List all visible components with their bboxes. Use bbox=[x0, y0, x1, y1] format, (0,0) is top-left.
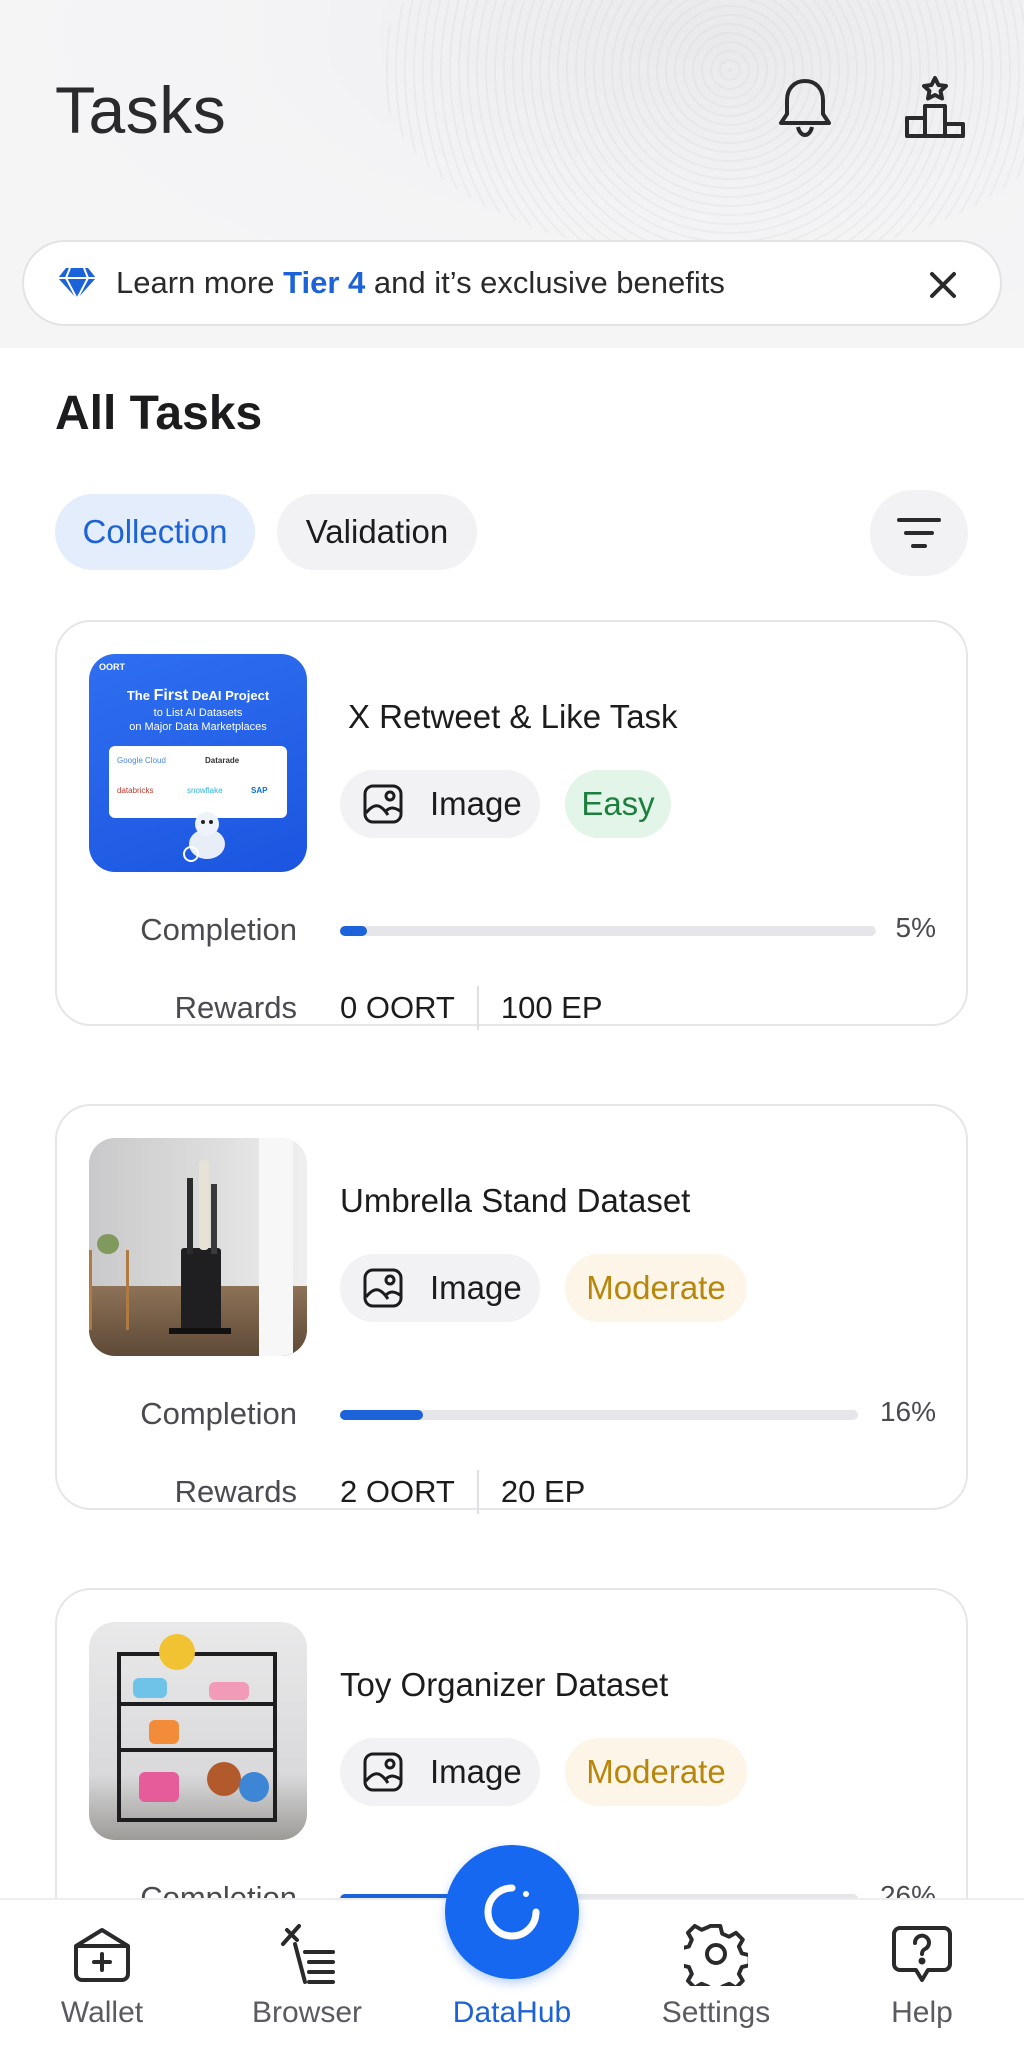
difficulty-badge: Moderate bbox=[565, 1254, 747, 1322]
progress-fill bbox=[340, 926, 367, 936]
banner-text: Learn more Tier 4 and it’s exclusive ben… bbox=[116, 265, 725, 300]
close-icon[interactable] bbox=[920, 262, 966, 308]
rewards-divider bbox=[476, 986, 479, 1030]
gear-icon bbox=[684, 1923, 748, 1986]
datahub-fab[interactable] bbox=[445, 1845, 579, 1979]
tab-collection[interactable]: Collection bbox=[55, 494, 255, 570]
browser-icon bbox=[281, 1924, 335, 1984]
completion-label: Completion bbox=[140, 1396, 297, 1431]
completion-progress-bar bbox=[340, 1410, 858, 1420]
reward-oort: 0 OORT bbox=[340, 990, 455, 1025]
nav-settings[interactable]: Settings bbox=[636, 1922, 796, 2030]
wallet-icon bbox=[74, 1928, 130, 1982]
image-icon bbox=[363, 784, 403, 824]
completion-label: Completion bbox=[140, 912, 297, 947]
completion-percent: 16% bbox=[879, 1396, 936, 1427]
task-title: Umbrella Stand Dataset bbox=[340, 1182, 691, 1219]
section-title: All Tasks bbox=[55, 387, 263, 440]
rewards-values: 0 OORT 100 EP bbox=[340, 986, 603, 1030]
difficulty-badge: Moderate bbox=[565, 1738, 747, 1806]
task-type-badge: Image bbox=[340, 1738, 540, 1806]
task-title: X Retweet & Like Task bbox=[348, 698, 678, 735]
reward-ep: 20 EP bbox=[500, 1474, 586, 1509]
help-icon bbox=[892, 1926, 952, 1982]
podium-icon[interactable] bbox=[900, 72, 970, 142]
difficulty-badge: Easy bbox=[565, 770, 671, 838]
reward-ep: 100 EP bbox=[500, 990, 603, 1025]
tier-banner[interactable]: Learn more Tier 4 and it’s exclusive ben… bbox=[22, 240, 1002, 326]
bell-icon[interactable] bbox=[770, 72, 840, 142]
datahub-icon bbox=[484, 1884, 540, 1940]
task-thumbnail bbox=[89, 1622, 307, 1840]
nav-help[interactable]: Help bbox=[842, 1922, 1002, 2030]
tab-validation[interactable]: Validation bbox=[277, 494, 477, 570]
task-type-badge: Image bbox=[340, 770, 540, 838]
rewards-label: Rewards bbox=[174, 1474, 297, 1509]
image-icon bbox=[363, 1752, 403, 1792]
task-thumbnail: OORT The First DeAI Project to List AI D… bbox=[89, 654, 307, 872]
filter-button[interactable] bbox=[870, 490, 968, 576]
nav-browser[interactable]: Browser bbox=[227, 1922, 387, 2030]
seal-mascot-icon bbox=[183, 812, 225, 862]
rewards-values: 2 OORT 20 EP bbox=[340, 1470, 585, 1514]
filter-icon bbox=[897, 518, 941, 548]
task-card[interactable]: Umbrella Stand Dataset Image Moderate Co… bbox=[55, 1104, 968, 1514]
task-card[interactable]: OORT The First DeAI Project to List AI D… bbox=[55, 620, 968, 1030]
rewards-divider bbox=[476, 1470, 479, 1514]
task-thumbnail bbox=[89, 1138, 307, 1356]
image-icon bbox=[363, 1268, 403, 1308]
nav-wallet[interactable]: Wallet bbox=[22, 1922, 182, 2030]
page-title: Tasks bbox=[55, 73, 227, 147]
rewards-label: Rewards bbox=[174, 990, 297, 1025]
task-type-badge: Image bbox=[340, 1254, 540, 1322]
tier-link[interactable]: Tier 4 bbox=[283, 265, 365, 300]
progress-fill bbox=[340, 1410, 423, 1420]
diamond-icon bbox=[58, 267, 96, 302]
task-title: Toy Organizer Dataset bbox=[340, 1666, 669, 1703]
completion-progress-bar bbox=[340, 926, 876, 936]
reward-oort: 2 OORT bbox=[340, 1474, 455, 1509]
completion-percent: 5% bbox=[895, 912, 936, 943]
